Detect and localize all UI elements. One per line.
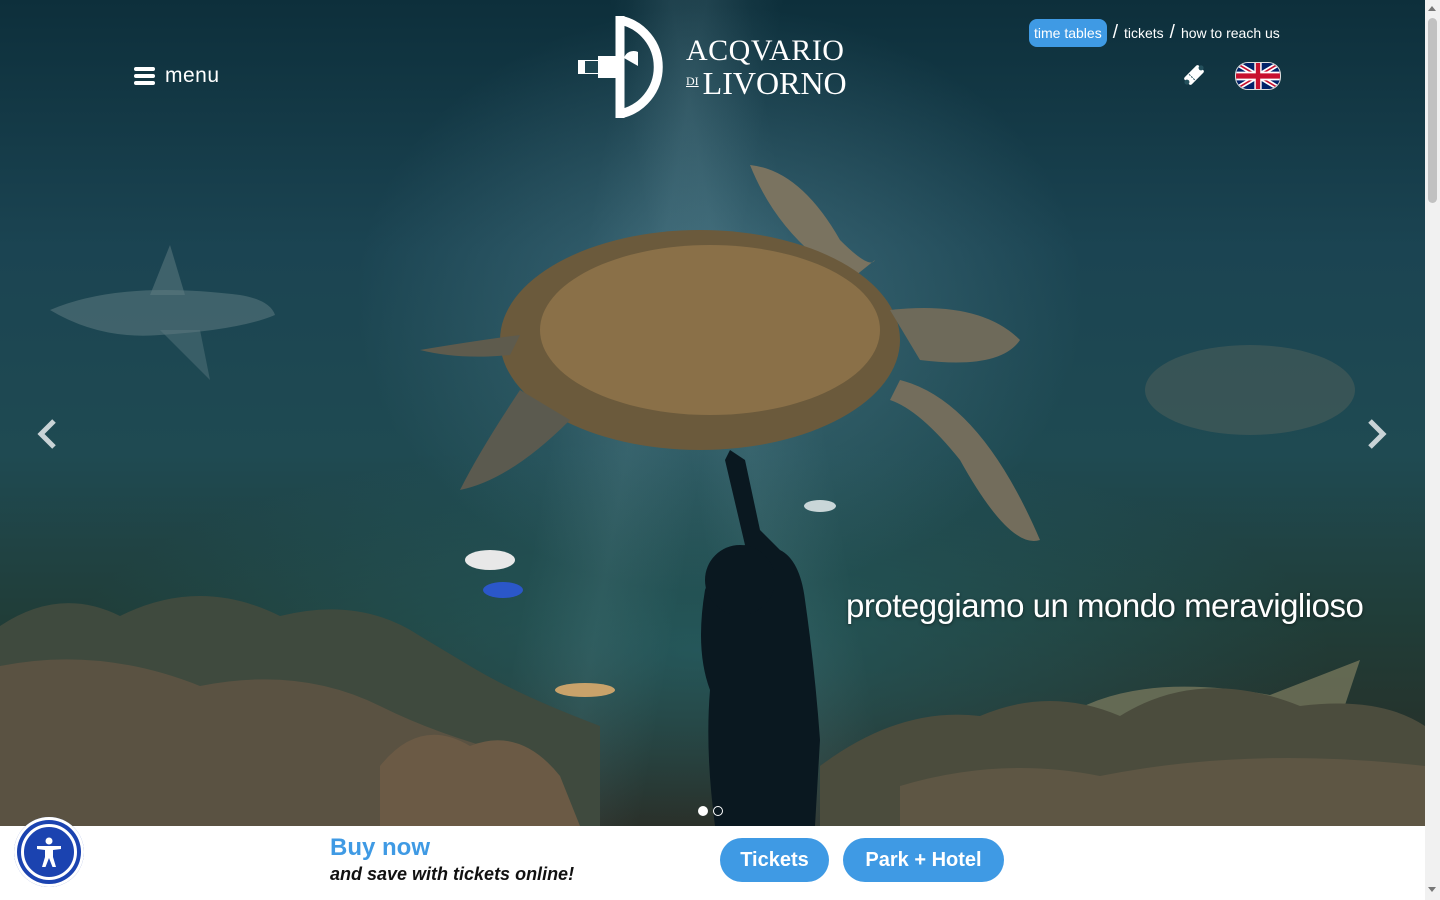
- logo-text: ACQVARIO DI LIVORNO: [686, 33, 847, 101]
- cta-title: Buy now: [330, 834, 430, 861]
- logo-emblem-icon: [578, 16, 663, 118]
- link-separator: /: [1112, 22, 1118, 43]
- link-how-to-reach-us[interactable]: how to reach us: [1181, 25, 1280, 41]
- chevron-left-icon[interactable]: [36, 418, 58, 450]
- scroll-up-icon[interactable]: [1428, 6, 1436, 11]
- menu-label: menu: [165, 64, 220, 87]
- chevron-right-icon[interactable]: [1366, 418, 1388, 450]
- reef-image: [0, 596, 1425, 826]
- shark-image: [50, 245, 275, 380]
- ticket-icon[interactable]: [1181, 62, 1207, 88]
- tickets-button[interactable]: Tickets: [720, 838, 829, 882]
- scroll-down-icon[interactable]: [1428, 887, 1436, 892]
- cta-bar: [0, 826, 1425, 900]
- site-logo[interactable]: ACQVARIO DI LIVORNO: [578, 16, 847, 118]
- link-tickets[interactable]: tickets: [1124, 25, 1164, 41]
- logo-line-2: LIVORNO: [702, 64, 847, 101]
- cta-subtitle: and save with tickets online!: [330, 864, 575, 884]
- page-scrollbar[interactable]: [1425, 0, 1440, 900]
- accessibility-button[interactable]: [14, 817, 84, 887]
- logo-di: DI: [686, 73, 699, 88]
- logo-line-1: ACQVARIO: [686, 33, 845, 67]
- slide-dot-1[interactable]: [698, 806, 708, 816]
- hamburger-icon: [134, 67, 155, 85]
- link-time-tables[interactable]: time tables: [1029, 19, 1107, 47]
- scroll-thumb[interactable]: [1428, 18, 1437, 203]
- slide-indicators: [698, 806, 723, 816]
- menu-button[interactable]: menu: [134, 64, 220, 88]
- uk-flag-icon[interactable]: [1235, 62, 1281, 90]
- accessibility-icon: [37, 837, 61, 867]
- hero-caption: proteggiamo un mondo meraviglioso: [846, 587, 1364, 624]
- grouper-image: [1145, 345, 1355, 435]
- top-links: time tables / tickets / how to reach us: [1029, 19, 1280, 47]
- link-separator: /: [1169, 22, 1175, 43]
- slide-dot-2[interactable]: [713, 806, 723, 816]
- hero-slider: [0, 0, 1425, 826]
- park-hotel-button[interactable]: Park + Hotel: [843, 838, 1004, 882]
